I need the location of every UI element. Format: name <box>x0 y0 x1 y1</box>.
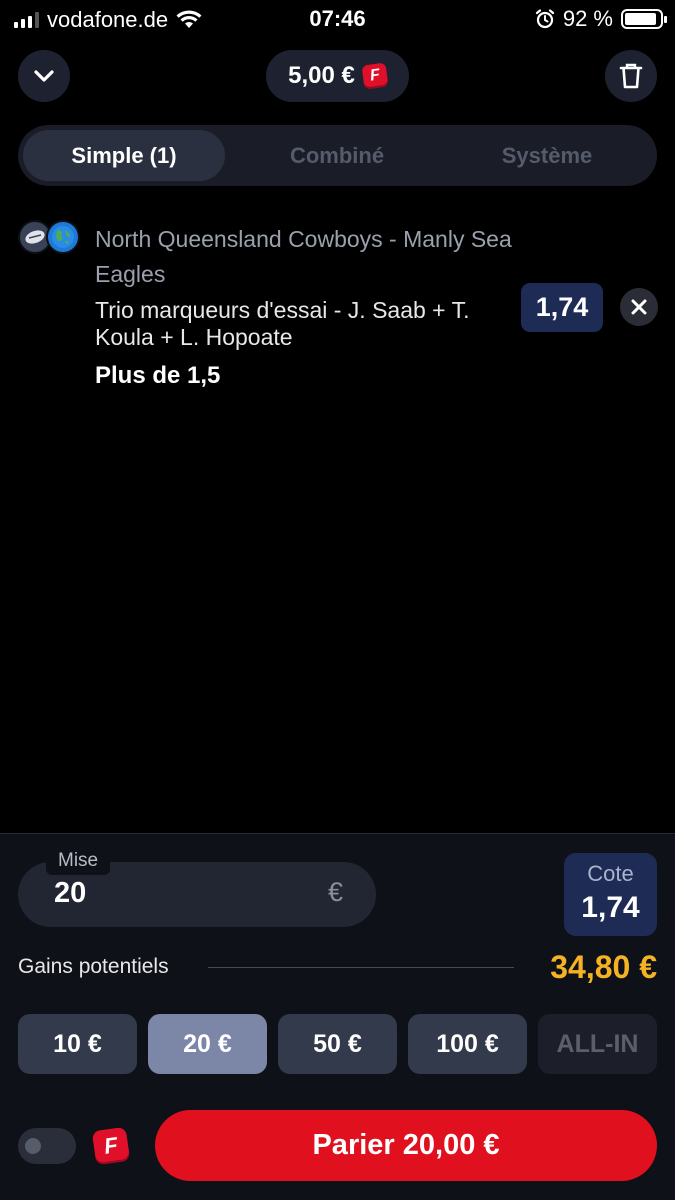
gains-divider <box>208 967 514 968</box>
chevron-down-icon <box>34 70 54 82</box>
battery-icon <box>621 9 667 29</box>
potential-gains-value: 34,80 € <box>550 949 657 985</box>
bet-type-tabs: Simple (1) Combiné Système <box>18 125 657 186</box>
freebet-logo-icon: F <box>91 1126 131 1166</box>
odds-badge: 1,74 <box>521 283 603 332</box>
battery-percent: 92 % <box>562 6 613 31</box>
event-icons <box>18 220 82 256</box>
total-odds-label: Cote <box>587 861 634 886</box>
quick-stake-all-in[interactable]: ALL-IN <box>538 1014 657 1074</box>
close-icon <box>631 299 647 315</box>
event-name: North Queensland Cowboys - Manly Sea Eag… <box>95 226 512 287</box>
balance-amount: 5,00 € <box>288 62 355 89</box>
potential-gains-label: Gains potentiels <box>18 955 169 978</box>
tab-simple[interactable]: Simple (1) <box>23 130 225 181</box>
globe-icon <box>46 220 80 254</box>
status-right: 92 % <box>535 6 667 32</box>
battery-fill <box>625 13 657 25</box>
market-name: Trio marqueurs d'essai - J. Saab + T. Ko… <box>95 297 470 350</box>
delete-all-button[interactable] <box>605 50 657 102</box>
alarm-icon <box>535 9 554 29</box>
quick-stake-100[interactable]: 100 € <box>408 1014 527 1074</box>
freebet-toggle[interactable] <box>18 1128 76 1164</box>
trash-icon <box>619 63 643 89</box>
remove-bet-button[interactable] <box>620 288 658 326</box>
total-odds-box: Cote 1,74 <box>564 853 657 936</box>
freebet-logo-icon: F <box>361 62 389 90</box>
toggle-knob <box>25 1138 41 1154</box>
stake-currency: € <box>328 877 344 907</box>
balance-pill[interactable]: 5,00 € F <box>266 50 409 102</box>
quick-stake-50[interactable]: 50 € <box>278 1014 397 1074</box>
tab-systeme[interactable]: Système <box>446 130 648 181</box>
stake-label: Mise <box>46 847 111 875</box>
quick-stake-20[interactable]: 20 € <box>148 1014 267 1074</box>
quick-stake-10[interactable]: 10 € <box>18 1014 137 1074</box>
total-odds-value: 1,74 <box>581 891 640 924</box>
tab-combine[interactable]: Combiné <box>236 130 438 181</box>
status-bar: vodafone.de 07:46 92 % <box>0 0 675 38</box>
selection-name: Plus de 1,5 <box>95 362 221 389</box>
collapse-button[interactable] <box>18 50 70 102</box>
stake-value[interactable]: 20 <box>54 877 86 910</box>
place-bet-button[interactable]: Parier 20,00 € <box>155 1110 657 1181</box>
